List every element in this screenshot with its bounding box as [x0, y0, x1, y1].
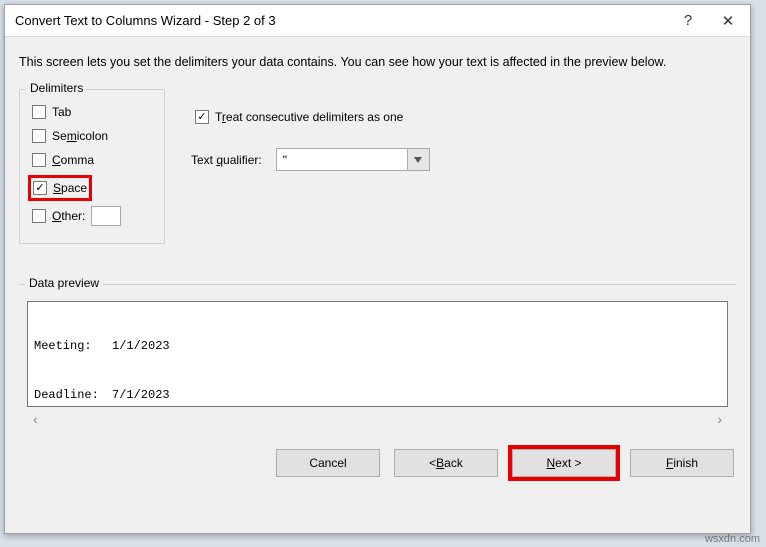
delimiter-other-input[interactable] [91, 206, 121, 226]
delimiter-semicolon[interactable]: Semicolon [32, 127, 156, 145]
watermark: wsxdn.com [705, 533, 760, 545]
space-highlight: Space [28, 175, 92, 201]
back-button[interactable]: < Back [394, 449, 498, 477]
dialog-title: Convert Text to Columns Wizard - Step 2 … [15, 13, 668, 28]
button-row: Cancel < Back Next > Finish [19, 439, 736, 477]
checkbox-icon [32, 209, 46, 223]
delimiter-tab-label: Tab [52, 105, 71, 119]
checkbox-icon [33, 181, 47, 195]
help-button[interactable]: ? [668, 6, 708, 36]
preview-scrollbar[interactable]: ‹ › [27, 407, 728, 427]
checkbox-icon [32, 153, 46, 167]
text-qualifier-select[interactable]: " [276, 148, 430, 171]
intro-text: This screen lets you set the delimiters … [19, 55, 736, 69]
delimiter-other-label: Other: [52, 209, 85, 223]
delimiter-semicolon-label: Semicolon [52, 129, 108, 143]
delimiter-comma-label: Comma [52, 153, 94, 167]
cancel-button[interactable]: Cancel [276, 449, 380, 477]
text-qualifier-label: Text qualifier: [191, 153, 262, 167]
chevron-down-icon [407, 149, 429, 170]
close-button[interactable]: ✕ [708, 6, 748, 36]
right-options: Treat consecutive delimiters as one Text… [165, 83, 430, 244]
text-qualifier-value: " [277, 153, 407, 167]
delimiter-other[interactable]: Other: [32, 207, 156, 225]
delimiter-comma[interactable]: Comma [32, 151, 156, 169]
delimiters-legend: Delimiters [26, 81, 87, 95]
options-row: Delimiters Tab Semicolon Comma Space [19, 83, 736, 244]
delimiters-group: Delimiters Tab Semicolon Comma Space [19, 89, 165, 244]
dialog-body: This screen lets you set the delimiters … [5, 37, 750, 533]
treat-consecutive-label: Treat consecutive delimiters as one [215, 110, 403, 124]
delimiter-space-label: Space [53, 181, 87, 195]
data-preview-legend: Data preview [25, 276, 103, 290]
scroll-left-icon: ‹ [33, 411, 38, 427]
checkbox-icon [32, 105, 46, 119]
data-preview-group: Data preview Meeting:1/1/2023 Deadline:7… [19, 284, 736, 439]
treat-consecutive[interactable]: Treat consecutive delimiters as one [195, 108, 430, 126]
checkbox-icon [195, 110, 209, 124]
titlebar: Convert Text to Columns Wizard - Step 2 … [5, 5, 750, 37]
delimiter-space[interactable]: Space [33, 179, 87, 197]
finish-button[interactable]: Finish [630, 449, 734, 477]
text-qualifier-row: Text qualifier: " [191, 148, 430, 171]
delimiter-tab[interactable]: Tab [32, 103, 156, 121]
preview-row: Deadline:7/1/2023 [34, 387, 721, 403]
preview-row: Meeting:1/1/2023 [34, 338, 721, 354]
data-preview-box: Meeting:1/1/2023 Deadline:7/1/2023 Tour:… [27, 301, 728, 407]
checkbox-icon [32, 129, 46, 143]
wizard-dialog: Convert Text to Columns Wizard - Step 2 … [4, 4, 751, 534]
scroll-right-icon: › [717, 411, 722, 427]
next-button[interactable]: Next > [512, 449, 616, 477]
